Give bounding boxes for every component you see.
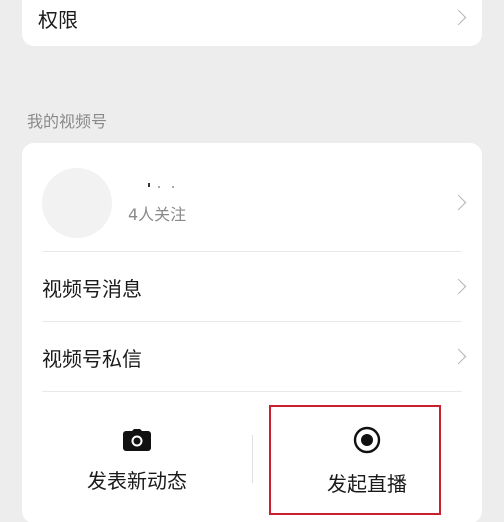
channel-messages-label: 视频号消息 <box>42 276 142 301</box>
screen: 权限 我的视频号 4人关注 视频号消息 视频号私信 发表新动态 发起直播 <box>0 0 504 522</box>
divider <box>42 251 462 252</box>
permissions-card: 权限 <box>22 0 482 46</box>
chevron-right-icon <box>450 278 467 295</box>
profile-name <box>128 181 188 195</box>
profile-row[interactable]: 4人关注 <box>22 155 482 251</box>
channel-dm-row[interactable]: 视频号私信 <box>22 323 482 391</box>
highlight-box <box>269 405 441 515</box>
camera-icon <box>123 428 151 451</box>
post-moment-button[interactable]: 发表新动态 <box>22 405 252 517</box>
permissions-row[interactable]: 权限 <box>22 0 482 36</box>
post-moment-label: 发表新动态 <box>87 468 187 493</box>
channel-dm-label: 视频号私信 <box>42 346 142 371</box>
chevron-right-icon <box>450 194 467 211</box>
chevron-right-icon <box>450 9 467 26</box>
channel-card: 4人关注 视频号消息 视频号私信 发表新动态 发起直播 <box>22 143 482 522</box>
avatar <box>42 168 112 238</box>
followers-count: 4人关注 <box>128 205 187 224</box>
profile-info: 4人关注 <box>128 181 188 225</box>
chevron-right-icon <box>450 348 467 365</box>
divider <box>42 321 462 322</box>
permissions-label: 权限 <box>38 7 78 32</box>
section-title: 我的视频号 <box>27 112 108 131</box>
divider <box>42 391 462 392</box>
channel-messages-row[interactable]: 视频号消息 <box>22 253 482 321</box>
